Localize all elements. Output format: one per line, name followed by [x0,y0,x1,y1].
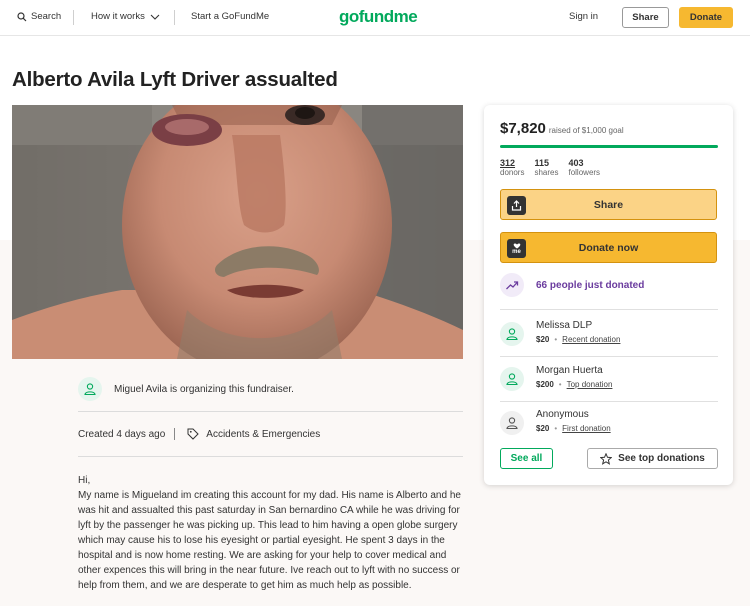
campaign-photo [12,105,463,359]
card-divider [500,401,718,402]
dot-separator: • [554,335,558,344]
sign-in-label: Sign in [569,11,599,22]
stats-row: 312 donors 115 shares 403 followers [500,158,610,178]
donation-info: Morgan Huerta $200 • Top donation [536,365,612,389]
dot-separator: • [558,380,562,389]
donation-info: Melissa DLP $20 • Recent donation [536,320,620,344]
donation-amount: $20 [536,335,550,344]
amount-raised-row: $7,820 raised of $1,000 goal [500,120,624,137]
share-button[interactable]: Share [500,189,717,220]
donate-icon-text: me [512,248,521,255]
trend-icon-wrap [500,273,524,297]
stat-label: donors [500,168,525,177]
section-divider [78,456,463,457]
organizer-text: Miguel Avila is organizing this fundrais… [114,383,294,395]
top-nav-bar: Search How it works Start a GoFundMe gof… [0,0,750,36]
dot-separator: • [554,424,558,433]
see-top-label: See top donations [618,453,705,464]
nav-divider [73,10,74,25]
donation-amount: $200 [536,380,554,389]
donation-card: $7,820 raised of $1,000 goal 312 donors 1… [484,105,733,485]
donor-avatar [500,322,524,346]
donate-now-label: Donate now [578,241,639,254]
star-icon [600,452,613,465]
card-divider [500,356,718,357]
how-it-works-label: How it works [91,11,145,22]
user-icon [84,383,96,396]
donation-meta: $20 • Recent donation [536,335,620,344]
donation-amount: $20 [536,424,550,433]
campaign-meta-row: Created 4 days ago Accidents & Emergenci… [78,428,320,440]
category-link[interactable]: Accidents & Emergencies [206,429,320,440]
gofundme-logo[interactable]: gofundme [339,7,418,27]
search-label: Search [31,11,62,22]
search-link[interactable]: Search [17,11,61,22]
amount-raised: $7,820 [500,120,546,137]
campaign-photo-image [12,105,463,359]
see-all-button[interactable]: See all [500,448,553,469]
campaign-description: Hi, My name is Migueland im creating thi… [78,473,466,593]
start-gofundme-label: Start a GoFundMe [191,11,270,22]
progress-bar [500,145,718,148]
start-gofundme-link[interactable]: Start a GoFundMe [191,11,269,22]
recent-donations-banner: 66 people just donated [500,273,644,297]
donors-stat[interactable]: 312 donors [500,158,524,178]
shares-stat: 115 shares [534,158,558,178]
organizer-avatar [78,377,102,401]
stat-value: 115 [534,158,549,168]
donation-tag-link[interactable]: Top donation [567,380,613,389]
section-divider [78,411,463,412]
card-divider [500,309,718,310]
donation-item: Anonymous $20 • First donation [500,409,611,435]
header-share-button[interactable]: Share [622,7,669,28]
donor-name: Morgan Huerta [536,365,603,376]
donor-avatar [500,411,524,435]
donation-info: Anonymous $20 • First donation [536,409,611,433]
how-it-works-menu[interactable]: How it works [91,11,160,22]
created-date: Created 4 days ago [78,428,166,440]
description-text: Hi, My name is Migueland im creating thi… [78,475,461,591]
tag-icon [187,428,199,440]
goal-text: raised of $1,000 goal [548,126,624,135]
stat-label: shares [534,168,559,177]
share-icon [507,196,526,215]
donation-item: Melissa DLP $20 • Recent donation [500,320,620,346]
nav-divider [174,10,175,25]
header-donate-button[interactable]: Donate [679,7,733,28]
user-icon [506,328,518,341]
stat-value: 403 [568,158,584,168]
donor-avatar [500,367,524,391]
trending-up-icon [506,281,519,290]
gofundme-heart-icon: me [507,239,526,258]
donation-meta: $20 • First donation [536,424,611,433]
followers-stat: 403 followers [568,158,600,178]
user-icon [506,373,518,386]
see-top-donations-button[interactable]: See top donations [587,448,718,469]
donor-name: Melissa DLP [536,320,593,331]
meta-divider [174,428,176,440]
donation-tag-link[interactable]: Recent donation [562,335,620,344]
user-icon [506,417,518,430]
recent-count-text: 66 people just donated [536,279,645,291]
chevron-down-icon [150,14,160,20]
stat-value: 312 [500,158,516,168]
donation-item: Morgan Huerta $200 • Top donation [500,365,612,391]
search-icon [17,11,27,21]
campaign-title: Alberto Avila Lyft Driver assualted [12,68,338,91]
sign-in-link[interactable]: Sign in [569,11,598,22]
stat-label: followers [568,168,601,177]
donation-tag-link[interactable]: First donation [562,424,610,433]
donate-now-button[interactable]: me Donate now [500,232,717,263]
donation-meta: $200 • Top donation [536,380,612,389]
organizer-row: Miguel Avila is organizing this fundrais… [78,377,294,401]
donor-name: Anonymous [536,409,589,420]
share-label: Share [593,198,624,211]
